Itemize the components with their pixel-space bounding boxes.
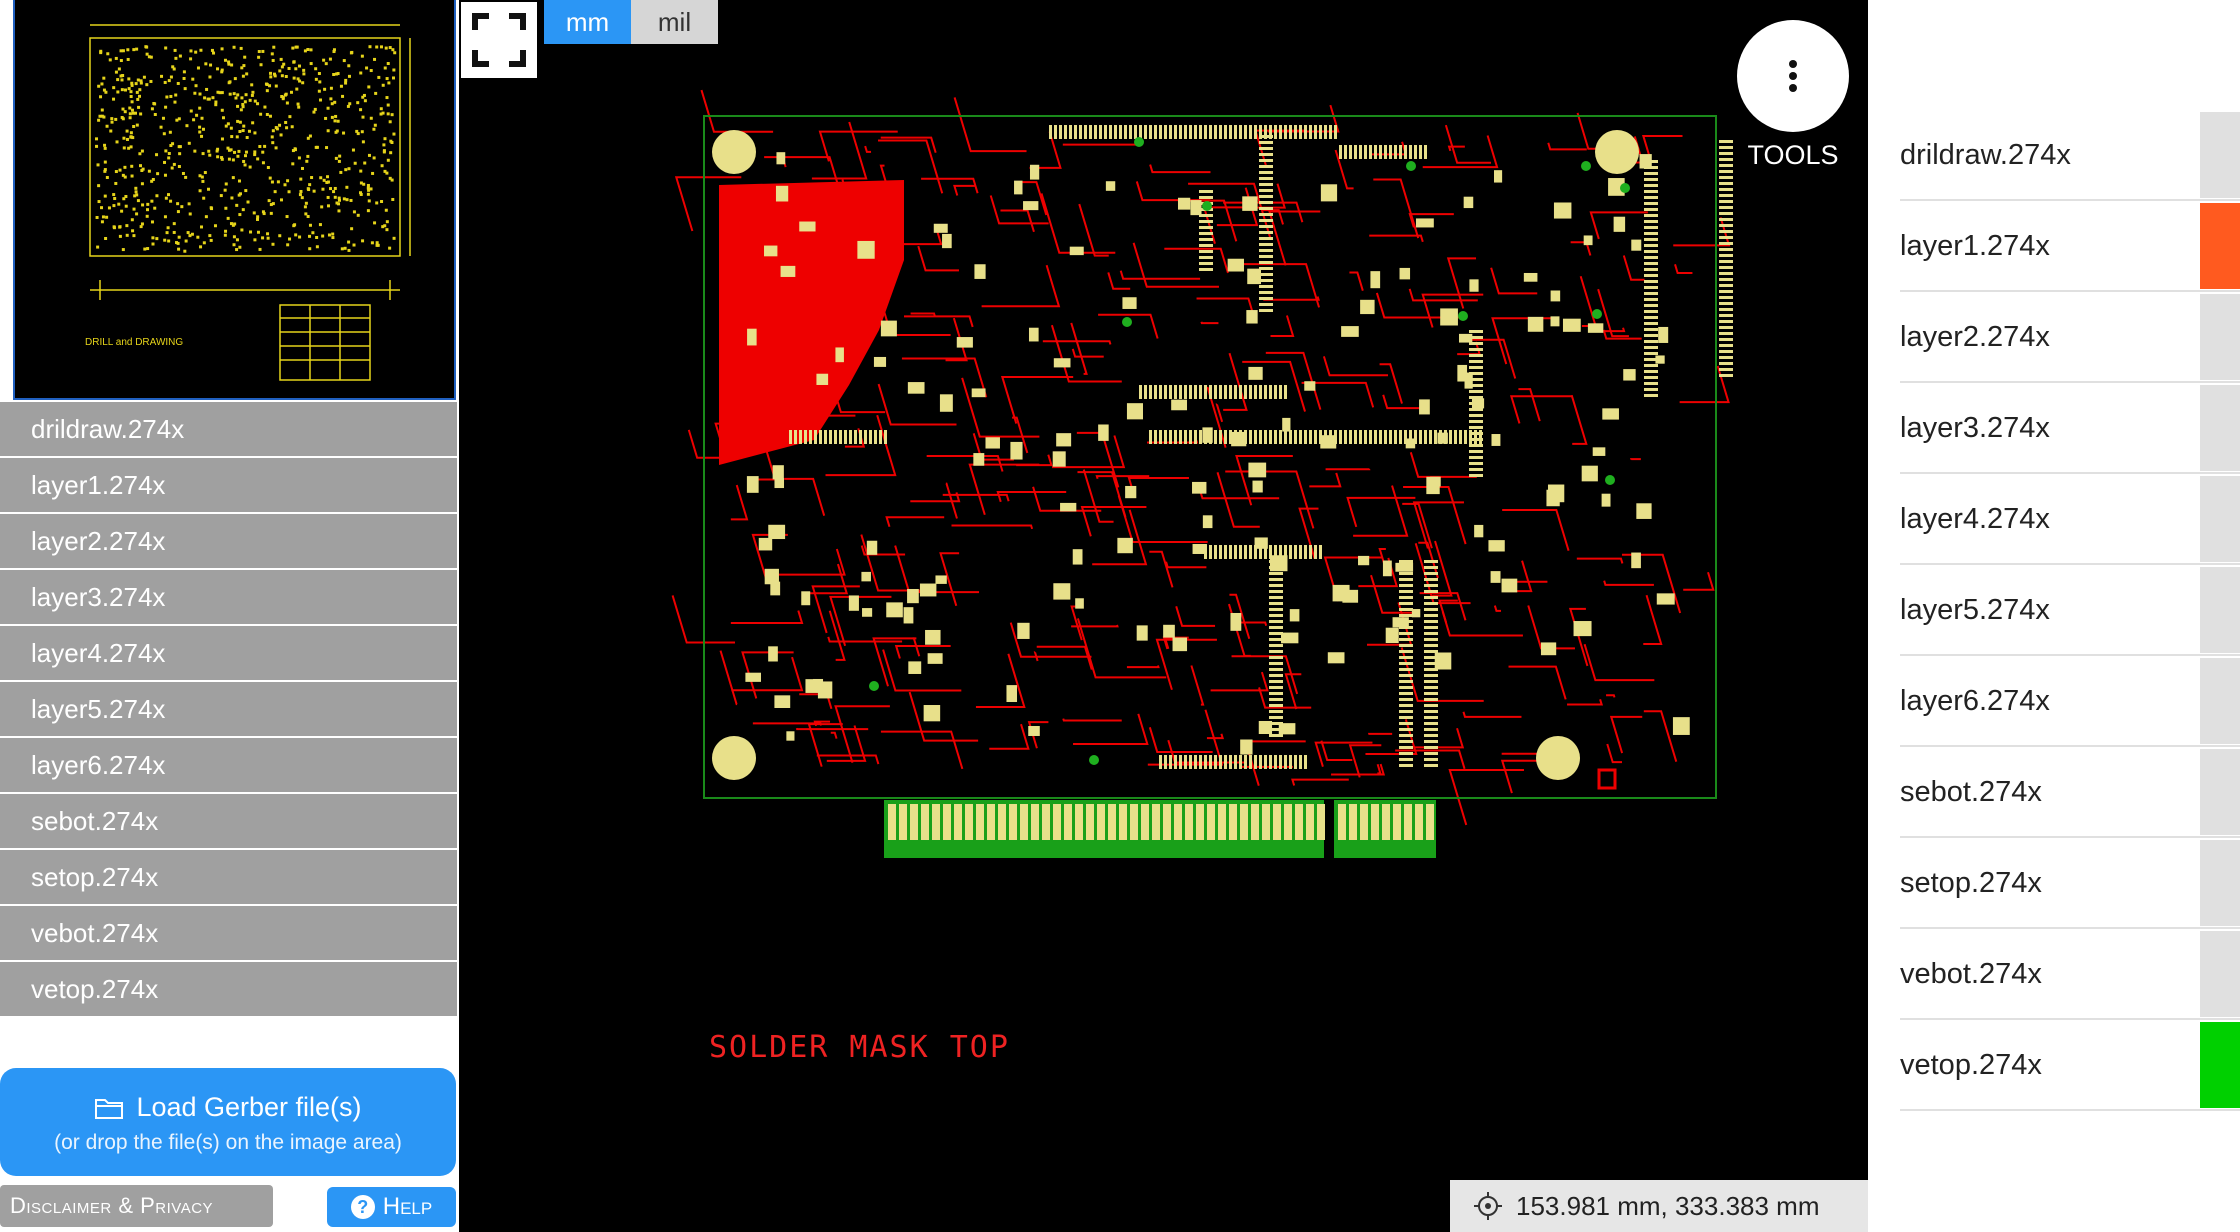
right-layer-item[interactable]: sebot.274x [1900,747,2240,838]
right-layer-label: layer5.274x [1900,594,2050,626]
right-layer-label: layer6.274x [1900,685,2050,717]
right-layer-panel: drildraw.274x layer1.274x layer2.274x layer… [1868,0,2240,1232]
help-label: Help [382,1193,433,1220]
layer-color-swatch[interactable] [2200,112,2240,198]
layer-item[interactable]: layer6.274x [0,738,457,794]
right-layer-label: vetop.274x [1900,1049,2042,1081]
layer-item[interactable]: vebot.274x [0,906,457,962]
layer-color-swatch[interactable] [2200,840,2240,926]
help-icon: ? [350,1195,375,1219]
coords-text: 153.981 mm, 333.383 mm [1516,1191,1820,1221]
right-layer-label: drildraw.274x [1900,139,2071,171]
layer-color-swatch[interactable] [2200,567,2240,653]
layer-color-swatch[interactable] [2200,658,2240,744]
gerber-viewer-app: DRILL and DRAWING drildraw.274x layer1.27… [0,0,2240,1232]
right-layer-label: setop.274x [1900,867,2042,899]
right-layer-item[interactable]: layer2.274x [1900,292,2240,383]
disclaimer-privacy-button[interactable]: Disclaimer & Privacy [0,1185,273,1227]
right-layer-item[interactable]: layer3.274x [1900,383,2240,474]
layer-item[interactable]: layer1.274x [0,458,457,514]
right-layer-label: vebot.274x [1900,958,2042,990]
unit-toggle: mm mil [544,0,718,44]
cursor-coordinates: 153.981 mm, 333.383 mm [1450,1180,1868,1232]
drill-drawing-thumbnail[interactable]: DRILL and DRAWING [13,0,456,400]
right-layer-label: layer3.274x [1900,412,2050,444]
right-layer-item[interactable]: layer5.274x [1900,565,2240,656]
right-layer-label: layer2.274x [1900,321,2050,353]
right-layer-item[interactable]: drildraw.274x [1900,110,2240,201]
layer-color-swatch[interactable] [2200,476,2240,562]
layer-item[interactable]: sebot.274x [0,794,457,850]
load-gerber-label: Load Gerber file(s) [136,1092,362,1122]
right-layer-list: drildraw.274x layer1.274x layer2.274x layer… [1900,110,2240,1111]
right-layer-label: sebot.274x [1900,776,2042,808]
layer-name-overlay: SOLDER MASK TOP [709,1030,1010,1065]
edge-connector [884,800,1436,858]
folder-icon [95,1098,124,1119]
crosshair-icon [1474,1192,1502,1220]
right-layer-label: layer4.274x [1900,503,2050,535]
load-gerber-hint: (or drop the file(s) on the image area) [54,1131,402,1154]
help-button[interactable]: ? Help [327,1187,456,1227]
layer-color-swatch[interactable] [2200,203,2240,289]
more-vert-icon [1789,60,1797,92]
layer-item[interactable]: drildraw.274x [0,402,457,458]
right-layer-item[interactable]: layer4.274x [1900,474,2240,565]
right-layer-item[interactable]: layer1.274x [1900,201,2240,292]
layer-list: drildraw.274x layer1.274x layer2.274x layer… [0,402,457,1018]
right-layer-item[interactable]: setop.274x [1900,838,2240,929]
layer-color-swatch[interactable] [2200,294,2240,380]
layer-item[interactable]: setop.274x [0,850,457,906]
layer-item[interactable]: layer3.274x [0,570,457,626]
right-layer-item[interactable]: vetop.274x [1900,1020,2240,1111]
fullscreen-icon [472,13,526,67]
pcb-render [671,89,1733,858]
layer-item[interactable]: layer2.274x [0,514,457,570]
fullscreen-button[interactable] [461,2,537,78]
unit-mil-button[interactable]: mil [631,0,718,44]
right-layer-item[interactable]: vebot.274x [1900,929,2240,1020]
tools-label: TOOLS [1747,140,1839,170]
unit-mm-button[interactable]: mm [544,0,631,44]
left-panel: DRILL and DRAWING drildraw.274x layer1.27… [0,0,457,1232]
right-layer-item[interactable]: layer6.274x [1900,656,2240,747]
layer-color-swatch[interactable] [2200,385,2240,471]
gerber-image-area[interactable]: mm mil TOOLS SOLDER MASK TOP 153.981 mm,… [459,0,1868,1232]
layer-item[interactable]: layer5.274x [0,682,457,738]
layer-color-swatch[interactable] [2200,1022,2240,1108]
thumbnail-title: DRILL and DRAWING [85,337,183,348]
layer-color-swatch[interactable] [2200,749,2240,835]
layer-item[interactable]: layer4.274x [0,626,457,682]
overlay-text-red: SOLDER MASK TOP [709,1030,1010,1065]
load-gerber-button[interactable]: Load Gerber file(s) (or drop the file(s)… [0,1068,456,1176]
layer-item[interactable]: vetop.274x [0,962,457,1018]
tools-button[interactable] [1737,20,1849,132]
layer-color-swatch[interactable] [2200,931,2240,1017]
right-layer-label: layer1.274x [1900,230,2050,262]
thumbnail-drawing: DRILL and DRAWING [85,24,411,381]
